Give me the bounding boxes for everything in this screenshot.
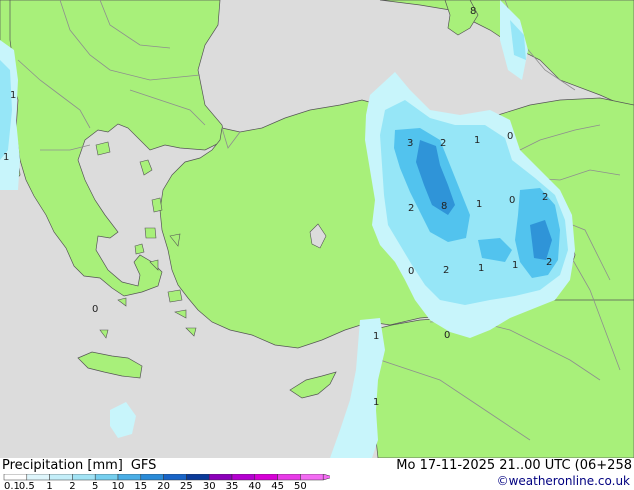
legend-arrow [322, 474, 330, 481]
legend-swatch [277, 474, 301, 481]
value-label: 0 [92, 304, 98, 315]
legend-title-row: Precipitation [mm] GFS [2, 458, 156, 473]
credit-link[interactable]: ©weatheronline.co.uk [497, 474, 630, 488]
value-label: 1 [373, 397, 379, 408]
legend-tick-label: 40 [248, 481, 261, 490]
legend-tick-label: 20 [157, 481, 170, 490]
value-label: 2 [408, 203, 414, 214]
precipitation-map: 8 1 1 3 2 1 0 2 8 1 0 2 0 2 1 1 2 0 1 0 … [0, 0, 634, 458]
value-label: 2 [546, 257, 552, 268]
value-label: 1 [10, 90, 16, 101]
legend-tick-label: 45 [271, 481, 284, 490]
value-label: 0 [509, 195, 515, 206]
value-label: 0 [408, 266, 414, 277]
legend-swatches [3, 474, 330, 481]
legend-tick-label: 5 [92, 481, 98, 490]
value-label: 1 [474, 135, 480, 146]
value-label: 1 [3, 152, 9, 163]
legend-ticks: 0.10.5 1 2 5 10 15 20 25 30 35 40 45 50 [4, 481, 307, 490]
value-label: 3 [407, 138, 413, 149]
value-label: 1 [373, 331, 379, 342]
valid-datetime: Mo 17-11-2025 21..00 UTC (06+258 [396, 458, 632, 473]
value-label: 8 [470, 6, 476, 17]
legend-tick-label: 35 [226, 481, 239, 490]
legend-tick-label: 30 [203, 481, 216, 490]
value-label: 8 [441, 201, 447, 212]
legend-tick-label: 10 [112, 481, 125, 490]
legend-tick-label: 0.1 [4, 481, 20, 490]
value-label: 2 [542, 192, 548, 203]
legend-tick-label: 25 [180, 481, 193, 490]
value-label: 0 [444, 330, 450, 341]
value-label: 2 [443, 265, 449, 276]
legend-swatch [231, 474, 256, 481]
model-name: GFS [130, 458, 157, 473]
legend-title: Precipitation [mm] [2, 458, 123, 473]
legend-swatch [300, 474, 324, 481]
legend-swatch [49, 474, 73, 481]
legend-tick-label: 50 [294, 481, 307, 490]
value-label: 1 [512, 260, 518, 271]
value-label: 1 [476, 199, 482, 210]
value-label: 2 [440, 138, 446, 149]
legend-swatch [117, 474, 142, 481]
value-label: 1 [478, 263, 484, 274]
legend-tick-label: 2 [69, 481, 75, 490]
legend-swatch [254, 474, 278, 481]
legend-tick-label: 1 [46, 481, 52, 490]
legend-swatch [72, 474, 96, 481]
levant [369, 299, 634, 458]
legend-swatch [94, 474, 119, 481]
legend-tick-label: 0.5 [19, 481, 35, 490]
color-legend: 0.10.5 1 2 5 10 15 20 25 30 35 40 45 50 [3, 474, 330, 490]
legend-tick-label: 15 [134, 481, 147, 490]
legend-swatch [186, 474, 210, 481]
value-label: 0 [507, 131, 513, 142]
legend-swatch [26, 474, 50, 481]
legend-swatch [3, 474, 28, 481]
legend-swatch [208, 474, 233, 481]
legend-swatch [140, 474, 164, 481]
legend-swatch [163, 474, 187, 481]
